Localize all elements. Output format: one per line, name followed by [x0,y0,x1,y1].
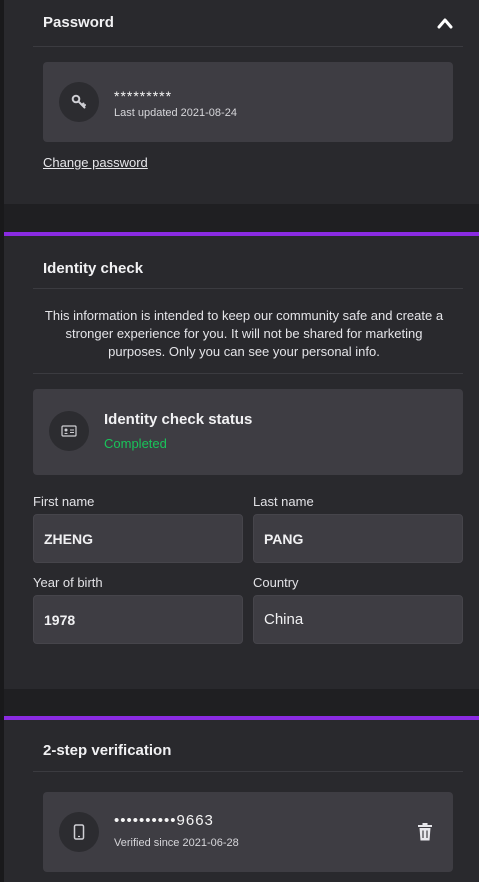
divider [33,771,463,772]
phone-verified-date: Verified since 2021-06-28 [114,837,239,849]
key-icon [59,82,99,122]
year-of-birth-field[interactable]: 1978 [33,595,243,644]
password-last-updated: Last updated 2021-08-24 [114,107,237,119]
last-name-label: Last name [253,494,314,509]
password-masked: ********* [114,88,173,104]
two-step-title: 2-step verification [43,742,172,759]
password-row: ********* Last updated 2021-08-24 [43,62,453,142]
phone-icon [59,812,99,852]
chevron-up-icon[interactable] [437,16,453,30]
country-field[interactable]: China [253,595,463,644]
first-name-field[interactable]: ZHENG [33,514,243,563]
change-password-link[interactable]: Change password [43,155,148,170]
last-name-field[interactable]: PANG [253,514,463,563]
identity-status-title: Identity check status [104,411,253,428]
password-section: Password ********* Last updated 2021-08-… [4,0,479,204]
password-title: Password [43,14,114,31]
divider [33,288,463,289]
country-label: Country [253,575,299,590]
id-card-icon [49,411,89,451]
phone-row: ••••••••••9663 Verified since 2021-06-28 [43,792,453,872]
identity-info-text: This information is intended to keep our… [44,308,444,359]
two-step-section: 2-step verification ••••••••••9663 Verif… [4,716,479,882]
identity-status-card: Identity check status Completed [33,389,463,475]
trash-icon[interactable] [417,823,433,841]
identity-title: Identity check [43,260,144,277]
phone-number-masked: ••••••••••9663 [114,812,214,829]
identity-section: Identity check This information is inten… [4,232,479,689]
divider [33,46,463,47]
first-name-label: First name [33,494,95,509]
identity-status-value: Completed [104,436,167,451]
divider [33,373,463,374]
year-of-birth-label: Year of birth [33,575,103,590]
